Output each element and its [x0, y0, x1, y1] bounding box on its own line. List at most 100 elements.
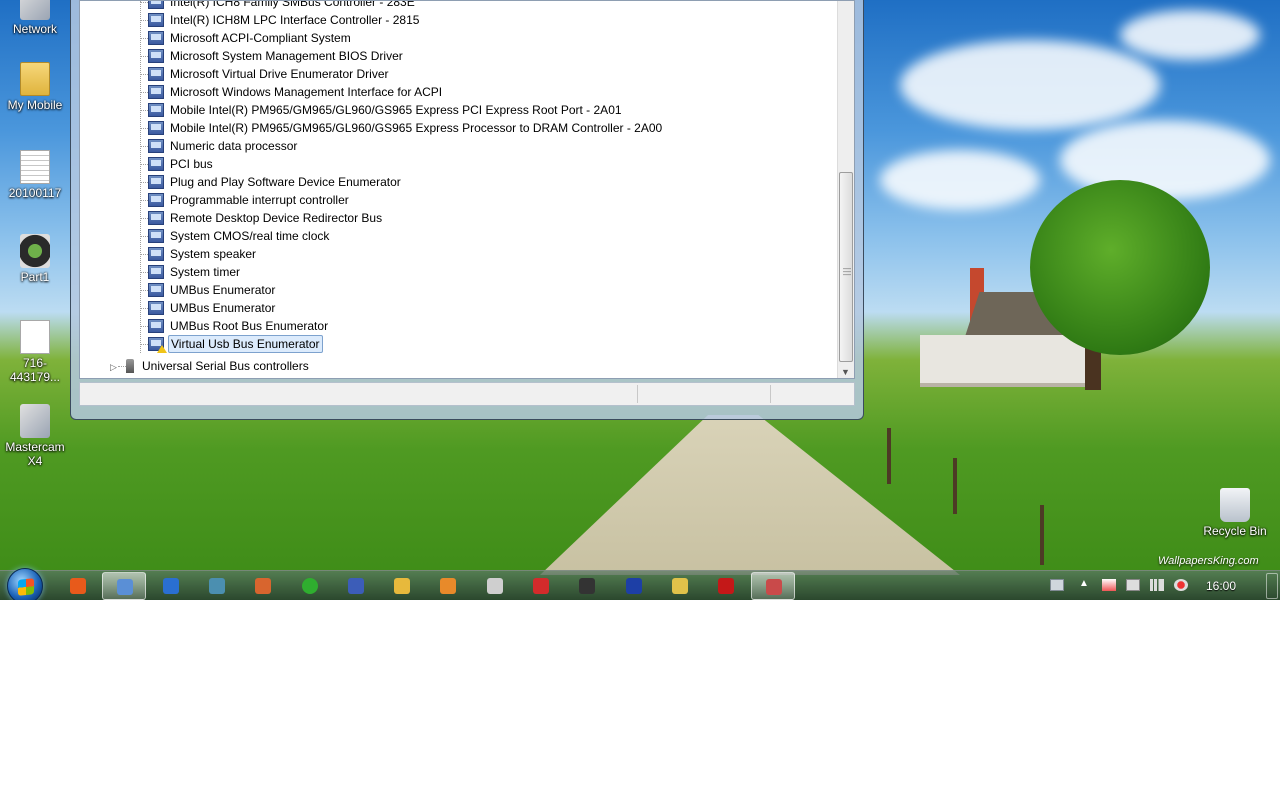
- tree-connector: [140, 326, 148, 327]
- tree-connector: [140, 128, 148, 129]
- cloud: [880, 150, 1040, 210]
- system-device-icon: [148, 337, 167, 353]
- taskbar-button[interactable]: [56, 572, 100, 600]
- keyboard-icon[interactable]: [1050, 579, 1064, 591]
- system-device-icon: [148, 301, 164, 315]
- tree-item-label: Universal Serial Bus controllers: [142, 359, 309, 373]
- device-tree: Intel(R) ICH8 Family SMBus Controller - …: [79, 0, 855, 379]
- tree-connector: [140, 38, 148, 39]
- file-icon: [20, 320, 50, 354]
- system-device-icon: [148, 283, 164, 297]
- taskbar-button[interactable]: [334, 572, 378, 600]
- text-file-icon: [20, 150, 50, 184]
- tree-item-label: System speaker: [170, 247, 257, 261]
- taskbar-button[interactable]: [149, 572, 193, 600]
- taskbar: ▲ 16:00: [0, 568, 1280, 600]
- bars-icon: [625, 578, 642, 594]
- action-center-icon[interactable]: [1102, 579, 1116, 591]
- vertical-scrollbar[interactable]: — — — ▼: [837, 1, 854, 378]
- tree-connector: [140, 308, 148, 309]
- system-device-icon: [148, 193, 164, 207]
- cad-icon: [579, 578, 596, 594]
- tree-item-label: System timer: [170, 265, 241, 279]
- tree-connector: [118, 366, 126, 367]
- system-device-icon: [148, 247, 164, 261]
- scroll-down-arrow-icon[interactable]: ▼: [841, 367, 850, 377]
- desktop-icon-network[interactable]: Network: [0, 0, 71, 36]
- system-device-icon: [148, 67, 164, 81]
- expand-arrow-icon[interactable]: ▷: [110, 359, 117, 375]
- taskbar-button[interactable]: [288, 572, 332, 600]
- speedometer-icon: [347, 578, 364, 594]
- tree-item-label: UMBus Enumerator: [170, 283, 276, 297]
- start-button[interactable]: [7, 568, 43, 600]
- system-device-icon: [148, 49, 164, 63]
- paint-icon: [671, 578, 688, 594]
- taskbar-button[interactable]: [380, 572, 424, 600]
- tree-item-label: Intel(R) ICH8M LPC Interface Controller …: [170, 13, 420, 27]
- taskbar-button[interactable]: [750, 572, 795, 600]
- fence-post: [1040, 505, 1044, 565]
- network-signal-icon[interactable]: [1150, 579, 1164, 591]
- show-hidden-icons-icon[interactable]: ▲: [1079, 578, 1093, 590]
- desktop-icon-label: 716-443179...: [9, 356, 61, 384]
- desktop-icon-my-mobile[interactable]: My Mobile: [0, 62, 71, 112]
- tree-connector: [140, 92, 148, 93]
- device-manager-window: Intel(R) ICH8 Family SMBus Controller - …: [70, 0, 864, 420]
- skull-icon: [486, 578, 503, 594]
- toolbox-icon: [765, 579, 782, 595]
- clock[interactable]: 16:00: [1206, 579, 1236, 593]
- taskbar-button[interactable]: [195, 572, 239, 600]
- desktop-icon-716[interactable]: 716-443179...: [0, 320, 71, 384]
- taskbar-button[interactable]: [473, 572, 517, 600]
- mail-icon: [70, 578, 86, 594]
- desktop-icon-label: 20100117: [8, 186, 62, 200]
- tree-item-label: Microsoft Virtual Drive Enumerator Drive…: [170, 67, 389, 81]
- tree-connector: [140, 236, 148, 237]
- desktop-icon-mastercam[interactable]: Mastercam X4: [0, 404, 71, 468]
- tree-connector: [140, 344, 148, 345]
- tree-connector: [140, 146, 148, 147]
- acrobat-icon: [533, 578, 549, 594]
- wallpaper-tree: [1030, 180, 1210, 355]
- globe-icon: [162, 578, 179, 594]
- taskbar-button[interactable]: [658, 572, 702, 600]
- power-icon[interactable]: [1126, 579, 1140, 591]
- folder-icon: [20, 62, 50, 96]
- desktop-icon-20100117[interactable]: 20100117: [0, 150, 71, 200]
- taskbar-button[interactable]: [612, 572, 656, 600]
- system-device-icon: [148, 121, 164, 135]
- usb-icon: [126, 359, 134, 373]
- tree-connector: [140, 272, 148, 273]
- system-device-icon: [148, 229, 164, 243]
- taskbar-button[interactable]: [519, 572, 563, 600]
- mastercam-icon: [20, 404, 50, 438]
- system-device-icon: [148, 139, 164, 153]
- desktop-icon-label: Mastercam X4: [5, 440, 65, 468]
- taskbar-button[interactable]: [241, 572, 285, 600]
- desktop-icon-part1[interactable]: Part1: [0, 234, 71, 284]
- volume-muted-icon[interactable]: [1174, 579, 1188, 591]
- system-device-icon: [148, 85, 164, 99]
- tree-item-label: Programmable interrupt controller: [170, 193, 349, 207]
- desktop-icon-recycle-bin[interactable]: Recycle Bin: [1199, 488, 1271, 538]
- tree-connector: [140, 56, 148, 57]
- desktop: Network My Mobile 20100117 Part1 716-443…: [0, 0, 1280, 600]
- taskbar-button[interactable]: [704, 572, 748, 600]
- tree-connector: [140, 254, 148, 255]
- system-device-icon: [148, 319, 164, 333]
- taskbar-button[interactable]: [565, 572, 609, 600]
- taskbar-button[interactable]: [102, 572, 147, 600]
- tree-item-label: Plug and Play Software Device Enumerator: [170, 175, 401, 189]
- grip-icon: — — —: [843, 264, 851, 279]
- tree-connector: [140, 182, 148, 183]
- part-file-icon: [20, 234, 50, 268]
- show-desktop-button[interactable]: [1266, 573, 1278, 599]
- taskbar-button[interactable]: [426, 572, 470, 600]
- scrollbar-thumb[interactable]: — — —: [839, 172, 853, 362]
- desktop-icon-label: Network: [12, 22, 57, 36]
- tree-item-label: Mobile Intel(R) PM965/GM965/GL960/GS965 …: [170, 103, 622, 117]
- tree-item-label: Virtual Usb Bus Enumerator: [168, 335, 323, 353]
- system-device-icon: [148, 13, 164, 27]
- system-device-icon: [148, 31, 164, 45]
